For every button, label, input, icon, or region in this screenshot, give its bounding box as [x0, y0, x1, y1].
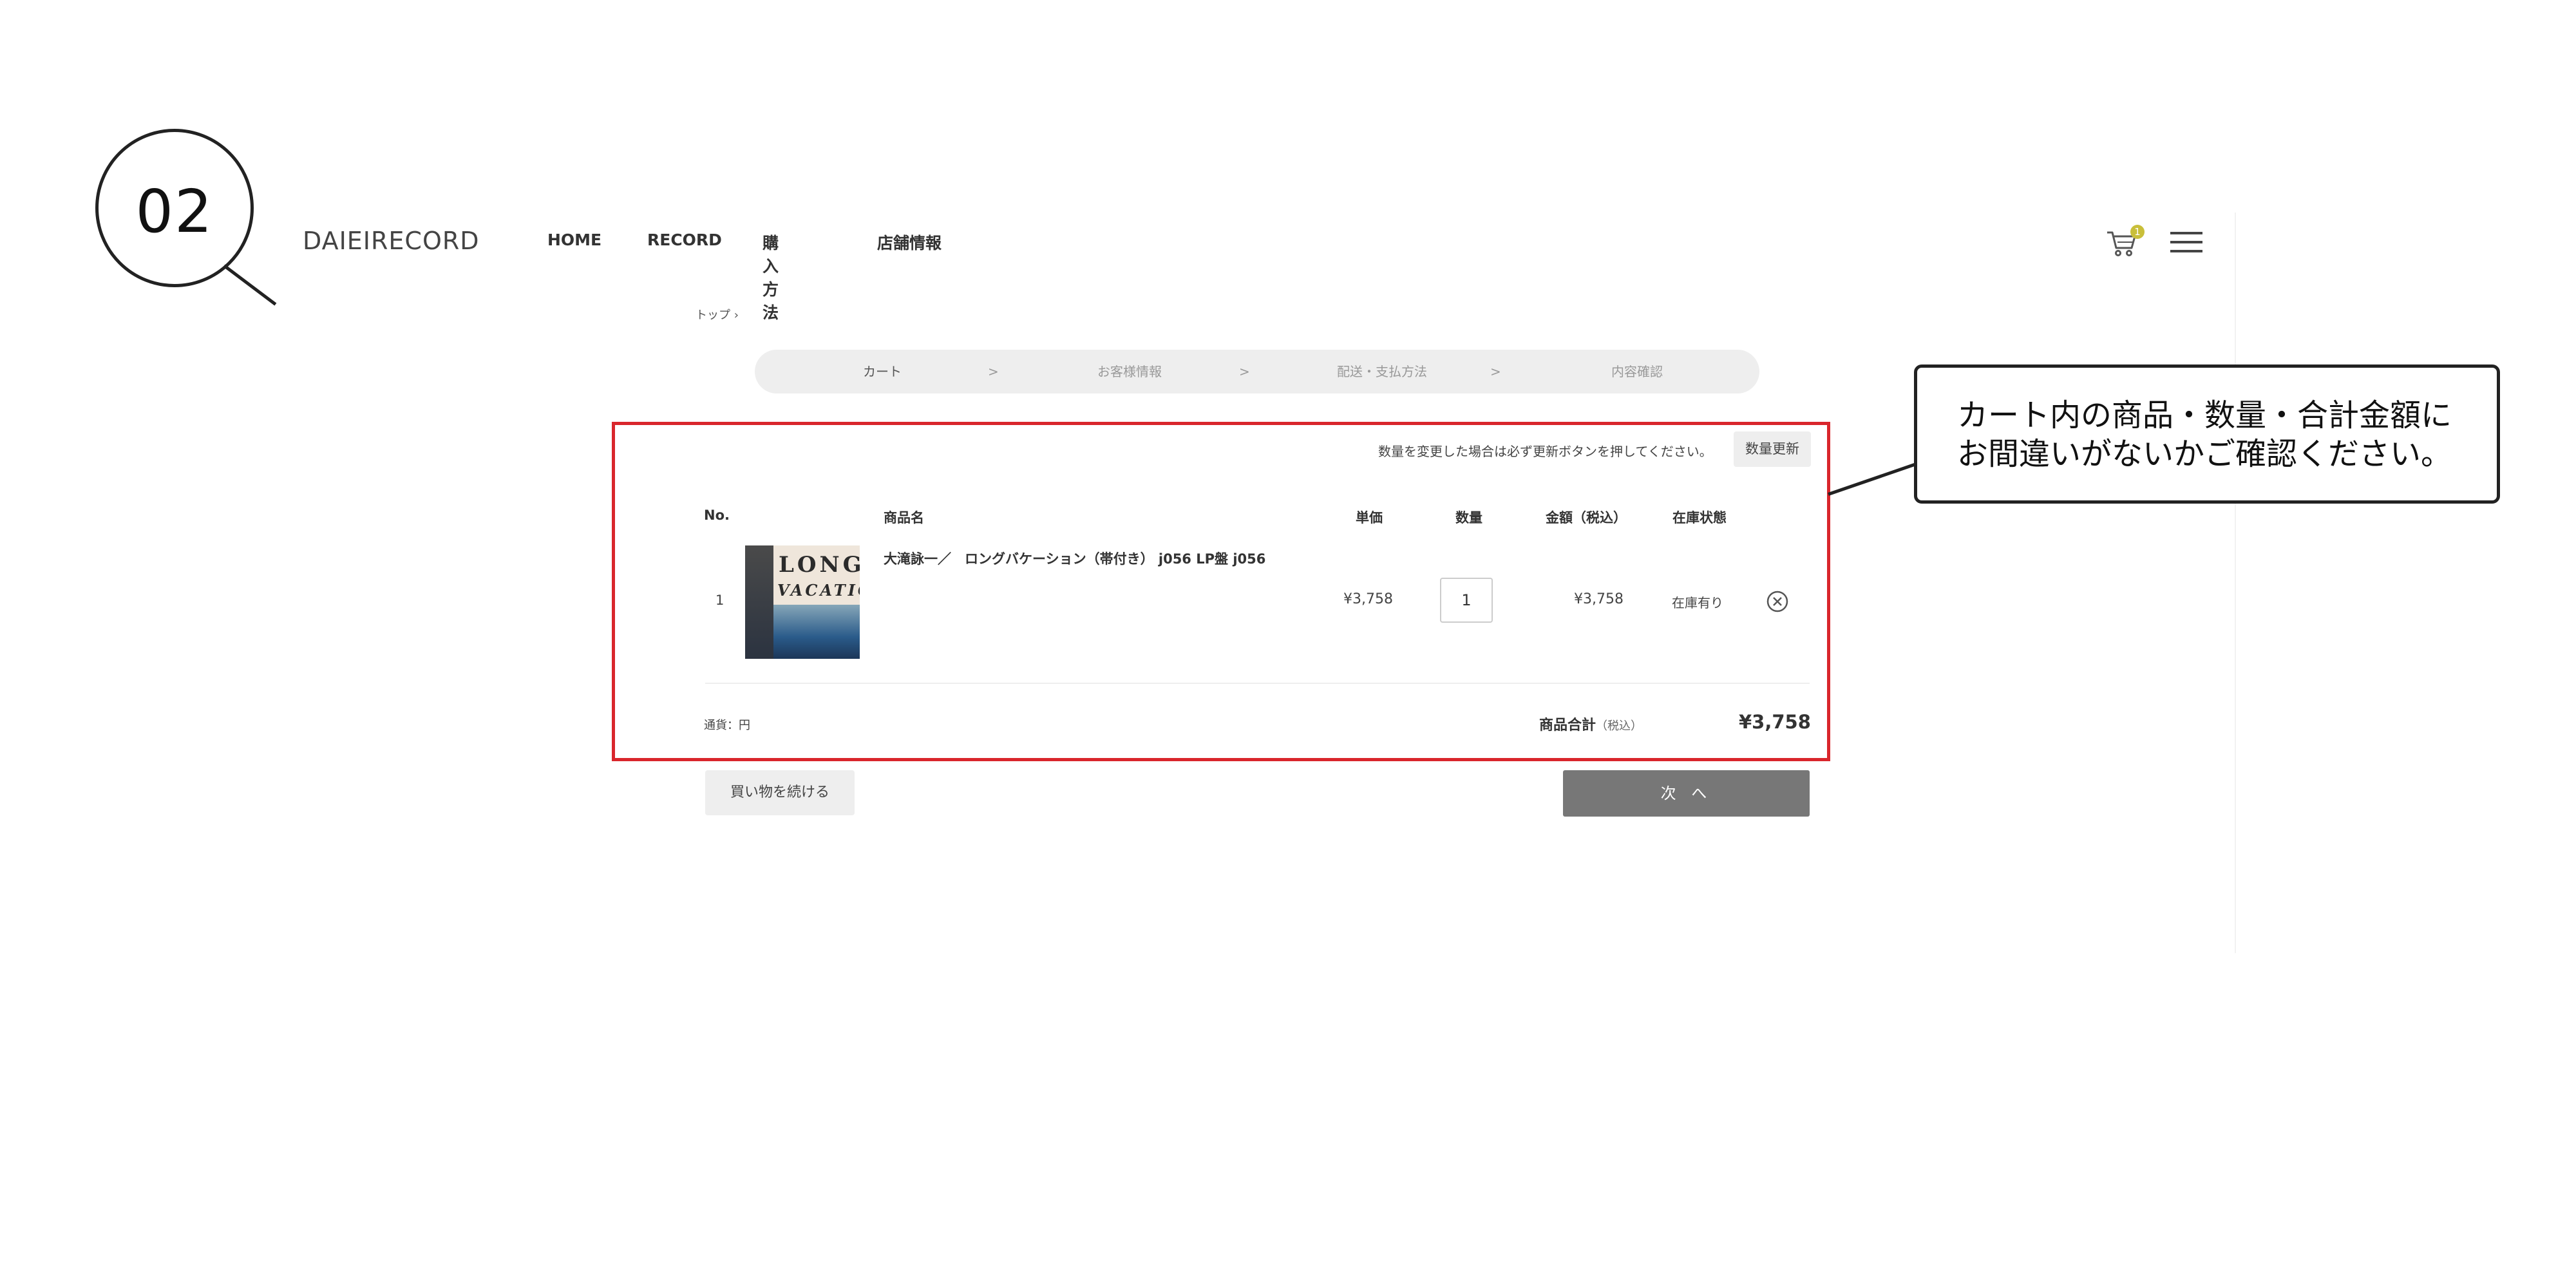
step-badge-tail: [223, 264, 277, 306]
step-separator: >: [988, 364, 999, 379]
subtotal-label-text: 商品合計: [1539, 717, 1596, 734]
col-header-no: No.: [704, 507, 730, 523]
step-shipping-payment: 配送・支払方法: [1337, 364, 1427, 379]
step-separator: >: [1239, 364, 1250, 379]
callout-pointer: [1828, 462, 1916, 496]
nav-item-record[interactable]: RECORD: [647, 231, 722, 249]
row-divider: [705, 683, 1810, 684]
step-cart: カート: [863, 364, 902, 379]
callout-line-1: カート内の商品・数量・合計金額に: [1957, 397, 2452, 433]
item-no: 1: [715, 592, 724, 608]
step-customer-info: お客様情報: [1097, 364, 1162, 379]
update-quantity-button[interactable]: 数量更新: [1734, 431, 1811, 467]
item-stock-status: 在庫有り: [1672, 595, 1723, 611]
cover-title-line1: LONG: [779, 552, 860, 578]
step-confirm: 内容確認: [1611, 364, 1663, 379]
product-image[interactable]: LONG VACATION: [745, 545, 860, 659]
subtotal-label: 商品合計（税込）: [1539, 714, 1642, 734]
callout-text: カート内の商品・数量・合計金額に お間違いがないかご確認ください。: [1957, 396, 2452, 473]
callout-line-2: お間違いがないかご確認ください。: [1957, 436, 2452, 472]
hamburger-menu-icon[interactable]: [2170, 232, 2202, 255]
item-amount: ¥3,758: [1574, 591, 1624, 607]
checkout-progress: カート > お客様情報 > 配送・支払方法 > 内容確認: [755, 350, 1759, 393]
panel-divider: [2235, 213, 2236, 953]
remove-item-icon[interactable]: [1766, 590, 1789, 613]
cart-count-badge: 1: [2130, 225, 2145, 239]
site-logo[interactable]: DAIEIRECORD: [303, 227, 480, 255]
nav-item-how-to-buy[interactable]: 購入方法: [762, 231, 779, 323]
breadcrumb[interactable]: トップ ›: [696, 306, 739, 323]
subtotal-tax-note: （税込）: [1596, 719, 1643, 733]
step-number: 02: [135, 177, 214, 246]
cover-title-line2: VACATION: [777, 581, 860, 600]
step-badge: 02: [95, 129, 254, 287]
col-header-stock: 在庫状態: [1672, 510, 1727, 526]
nav-item-store-info[interactable]: 店舗情報: [877, 231, 942, 254]
col-header-price: 単価: [1356, 510, 1383, 526]
subtotal-value: ¥3,758: [1739, 711, 1811, 733]
quantity-input[interactable]: 1: [1440, 578, 1493, 623]
nav-item-home[interactable]: HOME: [547, 231, 601, 249]
next-button[interactable]: 次 へ: [1563, 770, 1810, 817]
item-unit-price: ¥3,758: [1343, 591, 1393, 607]
instruction-callout: カート内の商品・数量・合計金額に お間違いがないかご確認ください。: [1914, 365, 2500, 504]
col-header-amount: 金額（税込）: [1546, 510, 1627, 526]
update-note: 数量を変更した場合は必ず更新ボタンを押してください。: [1378, 444, 1712, 459]
currency-note: 通貨：円: [704, 719, 750, 732]
step-separator: >: [1490, 364, 1501, 379]
col-header-name: 商品名: [884, 510, 924, 526]
product-name-link[interactable]: 大滝詠一／ ロングバケーション（帯付き） j056 LP盤 j056: [884, 549, 1265, 568]
col-header-qty: 数量: [1455, 510, 1482, 526]
continue-shopping-button[interactable]: 買い物を続ける: [705, 770, 855, 815]
